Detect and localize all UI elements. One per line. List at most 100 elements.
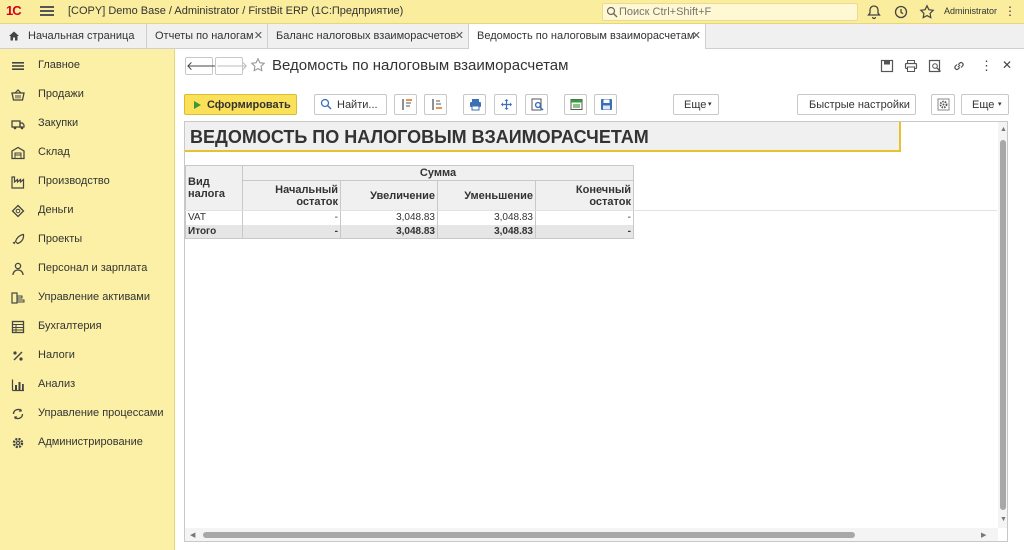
report-settings-button[interactable] xyxy=(931,94,955,115)
preview-icon[interactable] xyxy=(928,59,942,73)
save-disk-icon xyxy=(601,99,612,110)
user-name[interactable]: Administrator xyxy=(944,6,997,16)
sidebar-item-label: Бухгалтерия xyxy=(38,320,102,332)
sidebar-item-projects[interactable]: Проекты xyxy=(0,227,175,255)
settings-gear-icon xyxy=(937,98,950,111)
column-group-header-amount: Сумма xyxy=(242,165,634,181)
percent-icon xyxy=(13,351,23,361)
cell-total-decrease[interactable]: 3,048.83 xyxy=(437,224,536,239)
rocket-icon xyxy=(12,233,25,245)
global-search[interactable] xyxy=(602,3,858,21)
search-input[interactable] xyxy=(603,4,857,20)
sidebar-item-assets[interactable]: Управление активами xyxy=(0,285,175,313)
settings-variant-button[interactable] xyxy=(564,94,587,115)
favorites-star-icon[interactable] xyxy=(919,4,935,20)
cell-total-closing[interactable]: - xyxy=(535,224,634,239)
scroll-thumb[interactable] xyxy=(1000,140,1006,510)
table-total-row[interactable]: Итого - 3,048.83 3,048.83 - xyxy=(185,224,634,239)
cell-total-increase[interactable]: 3,048.83 xyxy=(340,224,438,239)
bell-icon[interactable] xyxy=(866,4,882,20)
sidebar-item-purchases[interactable]: Закупки xyxy=(0,111,175,139)
chevron-down-icon: ▾ xyxy=(998,101,1002,108)
close-icon[interactable]: ✕ xyxy=(1002,58,1012,72)
sidebar-item-production[interactable]: Производство xyxy=(0,169,175,197)
sidebar-item-administration[interactable]: Администрирование xyxy=(0,430,175,458)
generate-button[interactable]: Сформировать xyxy=(184,94,297,115)
sidebar: Главное Продажи Закупки Склад Производст… xyxy=(0,49,175,550)
sidebar-item-process-management[interactable]: Управление процессами xyxy=(0,401,175,429)
more-actions-label: Еще xyxy=(972,99,995,111)
find-button[interactable]: Найти... xyxy=(314,94,387,115)
more-actions-button[interactable]: Еще ▾ xyxy=(673,94,719,115)
gear-icon xyxy=(12,437,24,449)
tab-home[interactable]: Начальная страница xyxy=(0,24,147,48)
sidebar-item-hr-payroll[interactable]: Персонал и зарплата xyxy=(0,256,175,284)
move-button[interactable] xyxy=(494,94,517,115)
truck-icon xyxy=(11,120,25,130)
search-icon xyxy=(606,6,618,18)
more-actions-button-2[interactable]: Еще ▾ xyxy=(961,94,1009,115)
sidebar-item-main[interactable]: Главное xyxy=(0,53,175,81)
cell-decrease[interactable]: 3,048.83 xyxy=(437,210,536,225)
sort-expand-icon xyxy=(402,99,412,110)
sidebar-item-analysis[interactable]: Анализ xyxy=(0,372,175,400)
scroll-down-icon[interactable]: ▼ xyxy=(1000,516,1007,523)
print-button[interactable] xyxy=(463,94,486,115)
tab-tax-reports[interactable]: Отчеты по налогам ✕ xyxy=(147,24,268,48)
cell-opening[interactable]: - xyxy=(242,210,341,225)
sidebar-item-taxes[interactable]: Налоги xyxy=(0,343,175,371)
print-icon[interactable] xyxy=(904,59,918,73)
tab-tax-balance[interactable]: Баланс налоговых взаиморасчетов ✕ xyxy=(268,24,469,48)
scroll-right-icon[interactable]: ▶ xyxy=(981,531,986,539)
cell-tax[interactable]: VAT xyxy=(185,210,243,225)
move-arrows-icon xyxy=(501,99,512,110)
chevron-down-icon: ▾ xyxy=(708,101,712,108)
scroll-left-icon[interactable]: ◀ xyxy=(190,531,195,539)
link-icon[interactable] xyxy=(952,59,966,73)
app-logo: 1С xyxy=(6,3,22,18)
quick-settings-button[interactable]: Быстрые настройки xyxy=(797,94,916,115)
print-preview-button[interactable] xyxy=(525,94,548,115)
save-disk-icon[interactable] xyxy=(880,59,894,73)
save-button[interactable] xyxy=(594,94,617,115)
search-icon xyxy=(320,98,332,110)
menu-lines-icon xyxy=(12,62,24,70)
close-icon[interactable]: ✕ xyxy=(254,29,263,42)
more-vertical-icon[interactable]: ⋮ xyxy=(1004,4,1016,18)
cell-total-opening[interactable]: - xyxy=(242,224,341,239)
table-row[interactable]: VAT - 3,048.83 3,048.83 - xyxy=(185,210,634,225)
tab-tax-statement[interactable]: Ведомость по налоговым взаиморасчетам ✕ xyxy=(469,24,706,50)
sidebar-item-sales[interactable]: Продажи xyxy=(0,82,175,110)
scroll-thumb[interactable] xyxy=(203,532,855,538)
top-bar: 1С [COPY] Demo Base / Administrator / Fi… xyxy=(0,0,1024,24)
forward-button[interactable]: 🡒 xyxy=(215,57,248,75)
sidebar-item-label: Управление процессами xyxy=(38,407,164,419)
close-icon[interactable]: ✕ xyxy=(455,29,464,42)
chart-report-icon xyxy=(570,99,583,110)
process-icon xyxy=(12,408,24,420)
expand-groups-button[interactable] xyxy=(394,94,417,115)
back-button[interactable]: 🡐 xyxy=(185,57,218,75)
sidebar-item-warehouse[interactable]: Склад xyxy=(0,140,175,168)
assets-icon xyxy=(11,292,25,304)
sidebar-item-accounting[interactable]: Бухгалтерия xyxy=(0,314,175,342)
sidebar-item-label: Деньги xyxy=(38,204,74,216)
cell-total-label[interactable]: Итого xyxy=(185,224,243,239)
sidebar-item-money[interactable]: Деньги xyxy=(0,198,175,226)
cell-increase[interactable]: 3,048.83 xyxy=(340,210,438,225)
more-vertical-icon[interactable]: ⋮ xyxy=(980,58,993,74)
tab-label: Начальная страница xyxy=(28,30,135,42)
horizontal-scrollbar[interactable]: ◀ ▶ xyxy=(185,528,998,541)
collapse-groups-button[interactable] xyxy=(424,94,447,115)
vertical-scrollbar[interactable]: ▲ ▼ xyxy=(998,122,1007,528)
sidebar-item-label: Продажи xyxy=(38,88,84,100)
scroll-up-icon[interactable]: ▲ xyxy=(1000,126,1007,133)
main-menu-icon[interactable] xyxy=(40,4,54,18)
main-form: 🡐 🡒 Ведомость по налоговым взаиморасчета… xyxy=(176,49,1024,550)
favorite-star-icon[interactable] xyxy=(250,57,266,73)
report-spreadsheet[interactable]: ВЕДОМОСТЬ ПО НАЛОГОВЫМ ВЗАИМОРАСЧЕТАМ Ви… xyxy=(184,121,1008,542)
close-icon[interactable]: ✕ xyxy=(692,29,701,42)
cell-closing[interactable]: - xyxy=(535,210,634,225)
history-icon[interactable] xyxy=(893,4,909,20)
bar-chart-icon xyxy=(11,379,24,392)
